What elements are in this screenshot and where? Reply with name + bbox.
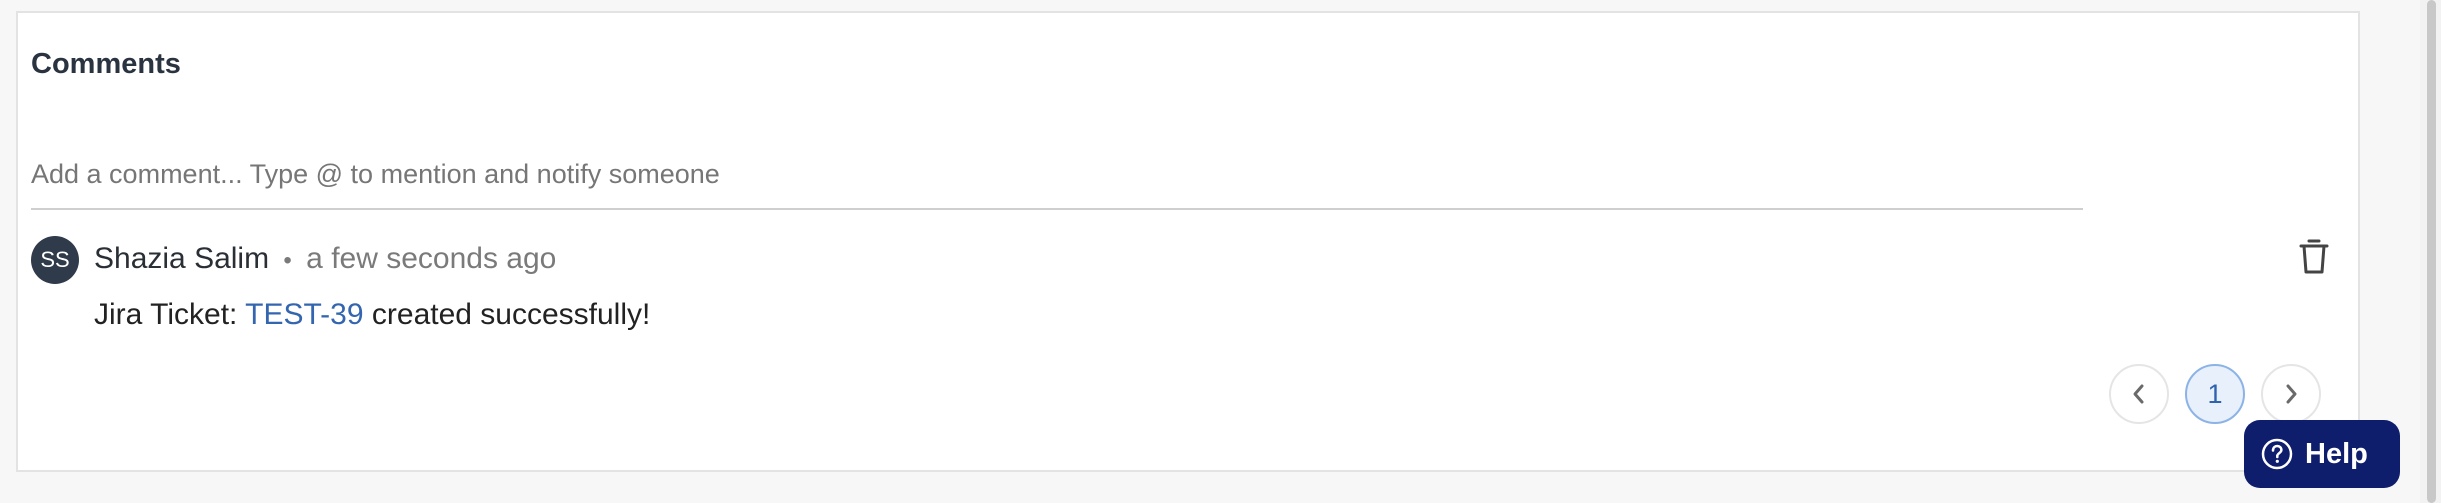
comment-item: SS Shazia Salim • a few seconds ago Jira…: [31, 224, 2331, 344]
comment-body: Jira Ticket: TEST-39 created successfull…: [94, 298, 650, 332]
next-page-button[interactable]: [2261, 364, 2321, 424]
trash-icon: [2299, 239, 2329, 274]
page-1-button[interactable]: 1: [2185, 364, 2245, 424]
comment-timestamp: a few seconds ago: [306, 242, 557, 275]
comment-author: Shazia Salim: [94, 242, 270, 275]
separator-dot: •: [283, 247, 292, 274]
comment-body-prefix: Jira Ticket:: [94, 298, 238, 331]
scrollbar-thumb[interactable]: [2427, 0, 2436, 503]
delete-comment-button[interactable]: [2298, 236, 2330, 276]
question-circle-icon: [2261, 438, 2293, 470]
ticket-link[interactable]: TEST-39: [245, 298, 363, 331]
comment-body-suffix: created successfully!: [371, 298, 651, 331]
comments-title: Comments: [31, 48, 181, 80]
comment-header: Shazia Salim • a few seconds ago: [94, 242, 556, 276]
comment-input[interactable]: [31, 140, 2083, 210]
prev-page-button[interactable]: [2109, 364, 2169, 424]
chevron-right-icon: [2286, 384, 2297, 404]
help-label: Help: [2305, 437, 2368, 470]
avatar: SS: [31, 236, 79, 284]
page: Comments SS Shazia Salim • a few seconds…: [0, 0, 2441, 503]
chevron-left-icon: [2133, 384, 2144, 404]
help-button[interactable]: Help: [2244, 420, 2400, 488]
